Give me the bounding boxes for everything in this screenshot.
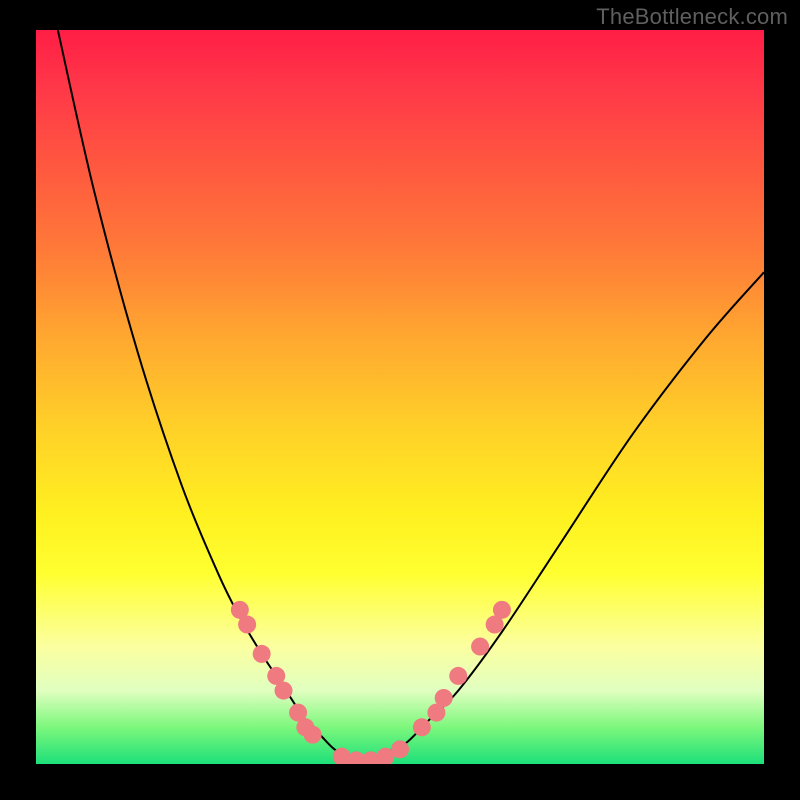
bottleneck-curve	[58, 30, 764, 764]
watermark-text: TheBottleneck.com	[596, 4, 788, 30]
marker-point	[471, 638, 489, 656]
plot-area	[36, 30, 764, 764]
marker-point	[238, 616, 256, 634]
marker-point	[304, 726, 322, 744]
curve-right-branch	[364, 272, 764, 764]
marker-point	[275, 682, 293, 700]
marker-point	[493, 601, 511, 619]
marker-group	[231, 601, 511, 764]
chart-frame: TheBottleneck.com	[0, 0, 800, 800]
curve-left-branch	[58, 30, 364, 764]
marker-point	[413, 718, 431, 736]
marker-point	[253, 645, 271, 663]
curve-layer	[36, 30, 764, 764]
marker-point	[435, 689, 453, 707]
marker-point	[391, 740, 409, 758]
marker-point	[449, 667, 467, 685]
